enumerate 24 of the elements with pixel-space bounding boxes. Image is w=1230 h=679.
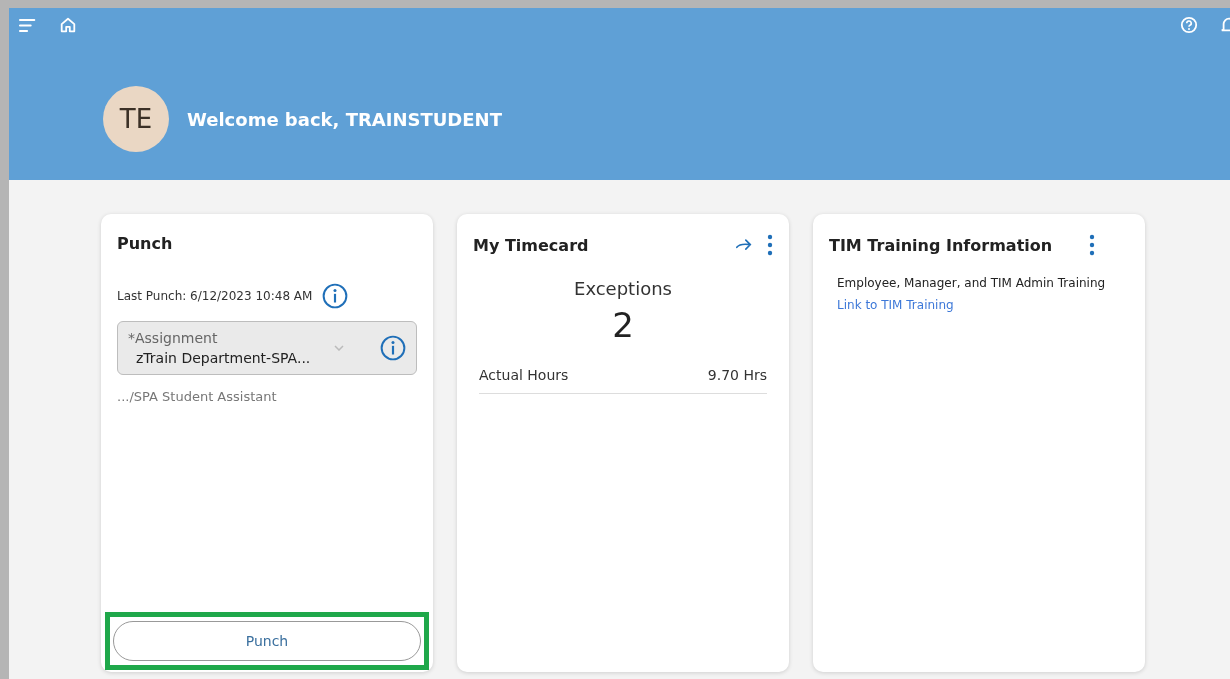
- user-avatar: TE: [103, 86, 169, 152]
- last-punch-text: Last Punch: 6/12/2023 10:48 AM: [117, 289, 313, 303]
- card-title: My Timecard: [473, 235, 590, 255]
- exceptions-label: Exceptions: [573, 278, 673, 299]
- exceptions-count: 2: [611, 305, 635, 345]
- row-label: Actual Hours: [479, 367, 569, 383]
- info-icon[interactable]: [322, 283, 349, 309]
- training-description: Employee, Manager, and TIM Admin Training: [837, 276, 1107, 290]
- row-value: 9.70 Hrs: [707, 367, 767, 383]
- more-options-icon[interactable]: [1089, 234, 1095, 256]
- home-icon[interactable]: [59, 16, 77, 34]
- card-title: TIM Training Information: [829, 235, 1054, 255]
- menu-icon[interactable]: [19, 17, 37, 33]
- help-icon[interactable]: [1180, 16, 1198, 34]
- training-link[interactable]: Link to TIM Training: [837, 298, 1129, 312]
- chevron-icon: [334, 345, 344, 351]
- more-options-icon[interactable]: [767, 234, 773, 256]
- punch-button[interactable]: Punch: [113, 621, 421, 661]
- info-icon[interactable]: [380, 335, 406, 361]
- welcome-message: Welcome back, TRAINSTUDENT: [187, 108, 502, 130]
- assignment-detail: .../SPA Student Assistant: [117, 389, 278, 404]
- arrow-icon[interactable]: [735, 237, 753, 253]
- card-title: Punch: [117, 234, 174, 253]
- assignment-dropdown[interactable]: *Assignment zTrain Department-SPA...: [117, 321, 417, 375]
